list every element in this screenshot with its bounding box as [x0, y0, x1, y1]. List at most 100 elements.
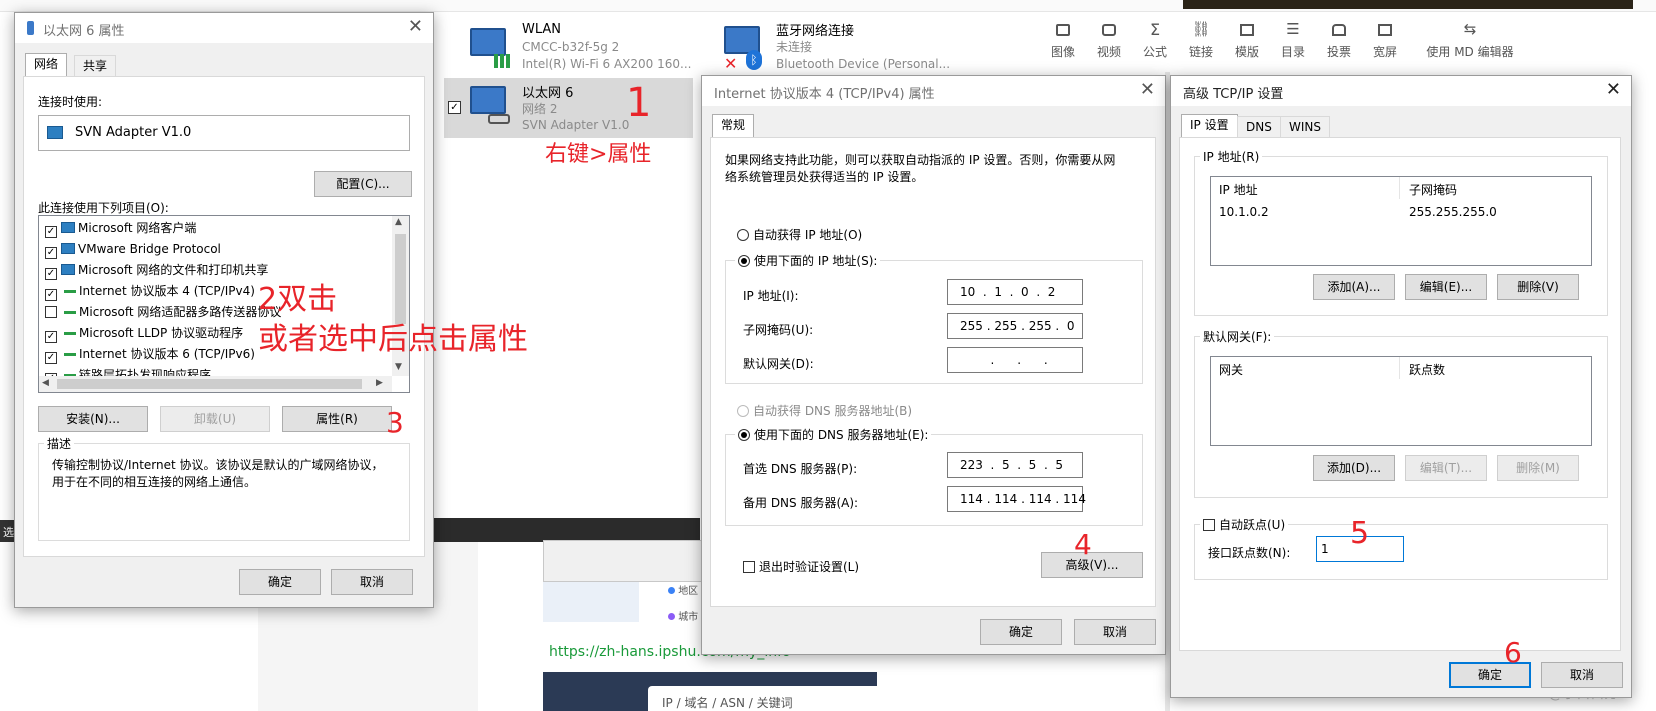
h-scroll-thumb[interactable]	[57, 379, 362, 389]
checkbox-icon[interactable]: ✓	[45, 247, 57, 259]
template-tool[interactable]: 模版	[1230, 20, 1264, 60]
radio-on-icon	[738, 255, 750, 267]
configure-button[interactable]: 配置(C)...	[314, 171, 412, 197]
auto-metric-checkbox[interactable]: 自动跃点(U)	[1200, 516, 1289, 533]
template-icon	[1240, 24, 1254, 36]
uninstall-button[interactable]: 卸载(U)	[160, 406, 270, 432]
scroll-up-icon[interactable]: ▲	[395, 217, 402, 227]
tab-sharing[interactable]: 共享	[74, 55, 117, 77]
list-item-label: Microsoft LLDP 协议驱动程序	[79, 326, 244, 340]
remove-ip-button[interactable]: 删除(V)	[1497, 274, 1579, 300]
dialog-title: 以太网 6 属性	[43, 24, 125, 39]
gateway-field[interactable]: . . .	[947, 347, 1083, 373]
toolbar-label: 宽屏	[1372, 45, 1397, 59]
list-item[interactable]: ✓ Microsoft LLDP 协议驱动程序	[45, 323, 243, 343]
scroll-thumb[interactable]	[395, 234, 406, 324]
vote-tool[interactable]: 投票	[1322, 20, 1356, 60]
protocol-icon	[64, 287, 76, 293]
table-row-ip[interactable]: 10.1.0.2	[1219, 205, 1269, 219]
select-checkbox[interactable]: ✓	[448, 101, 461, 114]
list-item[interactable]: ✓ Microsoft 网络的文件和打印机共享	[45, 260, 268, 280]
tab-dns[interactable]: DNS	[1237, 116, 1281, 138]
auto-ip-radio[interactable]: 自动获得 IP 地址(O)	[737, 226, 862, 243]
ethernet6-item[interactable]: ✓ 以太网 6 网络 2 SVN Adapter V1.0	[444, 78, 693, 138]
ipshu-search-box[interactable]: IP / 域名 / ASN / 关键词	[648, 686, 888, 711]
list-item[interactable]: Microsoft 网络适配器多路传送器协议	[45, 302, 281, 322]
tab-general[interactable]: 常规	[712, 114, 755, 138]
annotation-4: 4	[1074, 528, 1092, 561]
subnet-mask-field[interactable]: 255 . 255 . 255 . 0	[947, 313, 1083, 339]
col-header-mask[interactable]: 子网掩码	[1409, 181, 1457, 198]
region-text: 地区	[678, 586, 699, 597]
ip-address-field[interactable]: 10 . 1 . 0 . 2	[947, 279, 1083, 305]
list-item[interactable]: ✓ Microsoft 网络客户端	[45, 218, 196, 238]
cancel-button[interactable]: 取消	[1541, 662, 1623, 688]
formula-tool[interactable]: Σ 公式	[1138, 20, 1172, 60]
annotation-3: 3	[386, 406, 404, 439]
ethernet-name: 以太网 6	[522, 86, 574, 101]
tab-network[interactable]: 网络	[25, 53, 68, 77]
scroll-left-icon[interactable]: ◀	[42, 378, 49, 388]
gw-group-label: 默认网关(F):	[1200, 328, 1275, 345]
add-gateway-button[interactable]: 添加(D)...	[1313, 455, 1395, 481]
use-ip-radio[interactable]: 使用下面的 IP 地址(S):	[735, 252, 881, 269]
alternate-dns-field[interactable]: 114 . 114 . 114 . 114	[947, 486, 1086, 512]
edit-gateway-button[interactable]: 编辑(T)...	[1405, 455, 1487, 481]
left-status-text: 选	[3, 526, 14, 539]
radio-off-icon	[737, 229, 749, 241]
horizontal-scrollbar[interactable]: ◀ ▶	[39, 376, 392, 392]
md-editor-tool[interactable]: ⇆ 使用 MD 编辑器	[1420, 20, 1520, 60]
bluetooth-item[interactable]: ᛒ ✕ 蓝牙网络连接 未连接 Bluetooth Device (Persona…	[720, 20, 950, 76]
use-dns-radio[interactable]: 使用下面的 DNS 服务器地址(E):	[735, 426, 932, 443]
video-tool[interactable]: 视频	[1092, 20, 1126, 60]
scroll-right-icon[interactable]: ▶	[376, 378, 383, 388]
remove-gateway-button[interactable]: 删除(M)	[1497, 455, 1579, 481]
scroll-down-icon[interactable]: ▼	[395, 362, 402, 372]
close-icon[interactable]: ✕	[408, 16, 423, 37]
tab-ip-settings[interactable]: IP 设置	[1181, 114, 1238, 138]
close-icon[interactable]: ✕	[1140, 79, 1155, 100]
wlan-item[interactable]: WLAN CMCC-b32f-5g 2 Intel(R) Wi-Fi 6 AX2…	[466, 20, 696, 76]
adapter-icon	[47, 126, 63, 139]
close-icon[interactable]: ✕	[1606, 79, 1621, 100]
table-row-mask[interactable]: 255.255.255.0	[1409, 205, 1497, 219]
add-ip-button[interactable]: 添加(A)...	[1313, 274, 1395, 300]
ok-button[interactable]: 确定	[239, 569, 321, 595]
list-item[interactable]: ✓ Internet 协议版本 4 (TCP/IPv4)	[45, 281, 255, 301]
wlan-device: Intel(R) Wi-Fi 6 AX200 160...	[522, 57, 692, 71]
checkbox-icon[interactable]	[45, 306, 57, 318]
auto-dns-radio[interactable]: 自动获得 DNS 服务器地址(B)	[737, 402, 912, 419]
checkbox-icon[interactable]: ✓	[45, 352, 57, 364]
toc-tool[interactable]: ☰ 目录	[1276, 20, 1310, 60]
col-header-gateway[interactable]: 网关	[1219, 361, 1243, 378]
install-button[interactable]: 安装(N)...	[38, 406, 148, 432]
edit-ip-button[interactable]: 编辑(E)...	[1405, 274, 1487, 300]
widescreen-tool[interactable]: 宽屏	[1368, 20, 1402, 60]
cable-icon	[488, 114, 510, 124]
checkbox-icon[interactable]: ✓	[45, 289, 57, 301]
validate-label: 退出时验证设置(L)	[759, 560, 860, 574]
properties-button[interactable]: 属性(R)	[282, 406, 392, 432]
checkbox-icon[interactable]: ✓	[45, 226, 57, 238]
annotation-1-text: 右键>属性	[545, 142, 652, 167]
list-item[interactable]: ✓ VMware Bridge Protocol	[45, 239, 221, 259]
tab-wins[interactable]: WINS	[1280, 116, 1330, 138]
title-bar: 高级 TCP/IP 设置 ✕	[1171, 76, 1631, 106]
validate-checkbox[interactable]: 退出时验证设置(L)	[743, 558, 859, 575]
link-tool[interactable]: ⛓ 链接	[1184, 20, 1218, 60]
checkbox-icon[interactable]: ✓	[45, 331, 57, 343]
cancel-button[interactable]: 取消	[331, 569, 413, 595]
list-item[interactable]: ✓ Internet 协议版本 6 (TCP/IPv6)	[45, 344, 255, 364]
adapter-name: SVN Adapter V1.0	[75, 125, 192, 140]
cancel-button[interactable]: 取消	[1074, 619, 1156, 645]
ok-button[interactable]: 确定	[980, 619, 1062, 645]
preferred-dns-field[interactable]: 223 . 5 . 5 . 5	[947, 452, 1083, 478]
advanced-button[interactable]: 高级(V)...	[1041, 552, 1143, 578]
list-item-label: Microsoft 网络的文件和打印机共享	[78, 263, 269, 277]
checkbox-icon[interactable]: ✓	[45, 268, 57, 280]
wlan-name: WLAN	[522, 22, 562, 37]
col-header-ip[interactable]: IP 地址	[1219, 181, 1258, 198]
col-header-metric[interactable]: 跃点数	[1409, 361, 1445, 378]
image-tool[interactable]: 图像	[1046, 20, 1080, 60]
toolbar-label: 使用 MD 编辑器	[1426, 45, 1514, 59]
